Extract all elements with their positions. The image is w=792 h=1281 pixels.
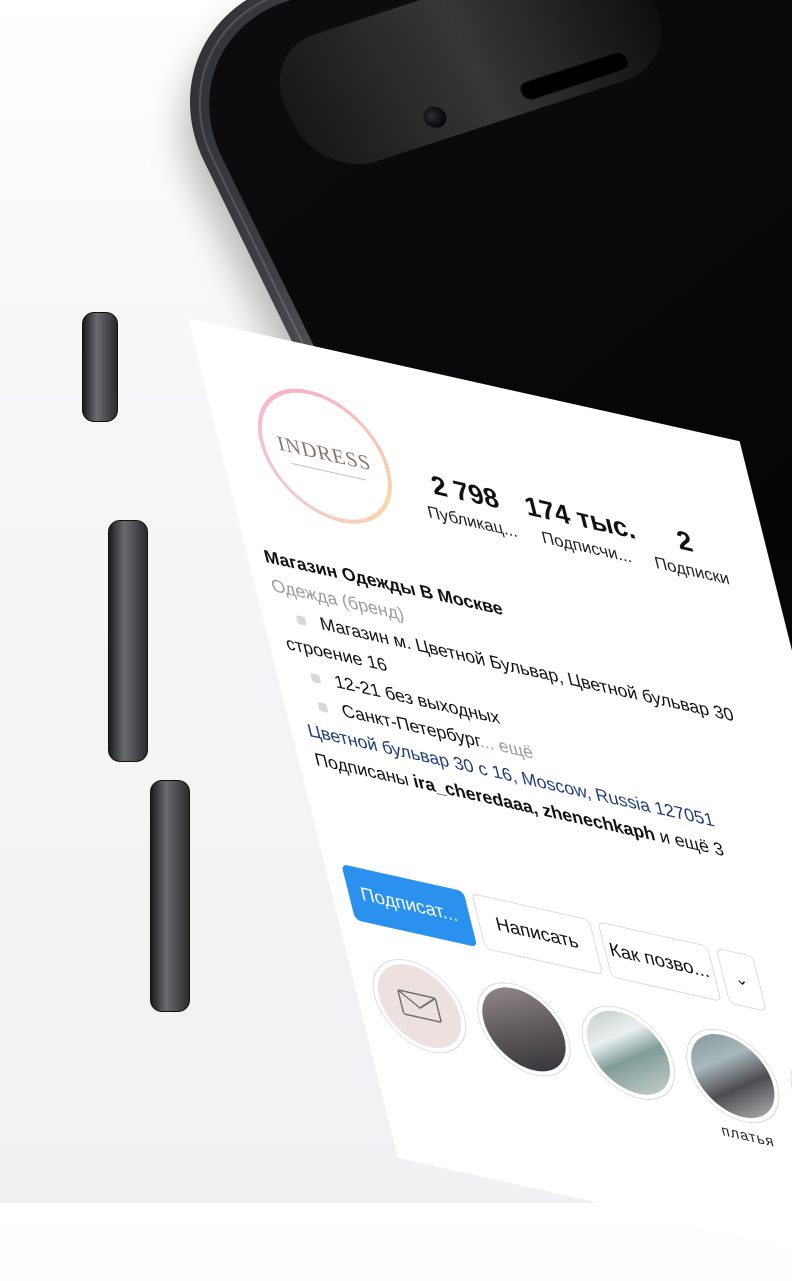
follow-button[interactable]: Подписат... [341, 863, 478, 948]
volume-up-button [108, 520, 148, 762]
bullet-icon [310, 672, 322, 684]
envelope-highlight [368, 956, 471, 1057]
highlight-circle[interactable] [467, 973, 581, 1086]
coat-highlight-1 [473, 979, 575, 1080]
coat-highlight-2 [577, 1002, 679, 1103]
posts-stat[interactable]: 2 798 Публикац... [407, 465, 529, 544]
highlight-label: платья [719, 1122, 777, 1151]
highlight-envelope[interactable] [362, 949, 482, 1085]
profile-avatar-ring[interactable]: INDRESS [243, 375, 407, 537]
highlight-coat-3[interactable]: платья [675, 1019, 792, 1155]
mute-switch [82, 312, 118, 422]
chevron-down-icon: ⌄ [732, 970, 751, 991]
bezel-glare [258, 0, 683, 180]
coat-highlight-3 [682, 1026, 784, 1127]
contact-button[interactable]: Как позво... [597, 921, 722, 1002]
highlight-circle[interactable] [571, 996, 686, 1109]
phone-screen: INDRESS 2 798 Публикац... 174 тыс. Подпи… [188, 318, 792, 1281]
following-stat[interactable]: 2 Подписки [638, 517, 738, 591]
avatar[interactable]: INDRESS [248, 380, 402, 532]
more-options-button[interactable]: ⌄ [715, 947, 767, 1012]
followers-stat[interactable]: 174 тыс. Подписчи... [521, 491, 643, 570]
bullet-icon [317, 701, 329, 713]
message-button[interactable]: Написать [471, 893, 604, 976]
highlight-circle[interactable] [675, 1019, 790, 1133]
bullet-icon [295, 614, 307, 626]
highlight-circle[interactable] [362, 949, 477, 1063]
volume-down-button [150, 780, 190, 1012]
highlight-coat-2[interactable] [571, 996, 691, 1132]
highlight-coat-1[interactable] [467, 973, 586, 1108]
envelope-icon [397, 989, 442, 1023]
